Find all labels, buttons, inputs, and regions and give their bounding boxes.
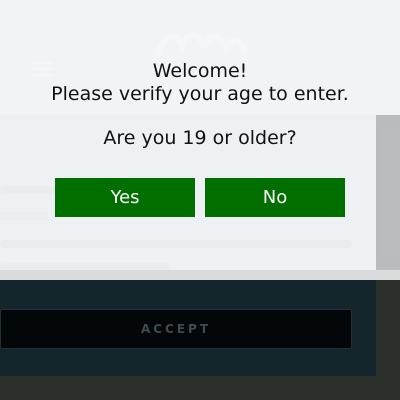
divider [0, 270, 400, 280]
yes-button[interactable]: Yes [55, 178, 195, 217]
welcome-subtitle: Please verify your age to enter. [51, 83, 349, 105]
age-question: Are you 19 or older? [103, 127, 297, 149]
welcome-message: Welcome! Please verify your age to enter… [0, 60, 400, 106]
welcome-title: Welcome! [152, 60, 248, 82]
accept-button[interactable]: ACCEPT [0, 309, 352, 349]
no-button[interactable]: No [205, 178, 345, 217]
